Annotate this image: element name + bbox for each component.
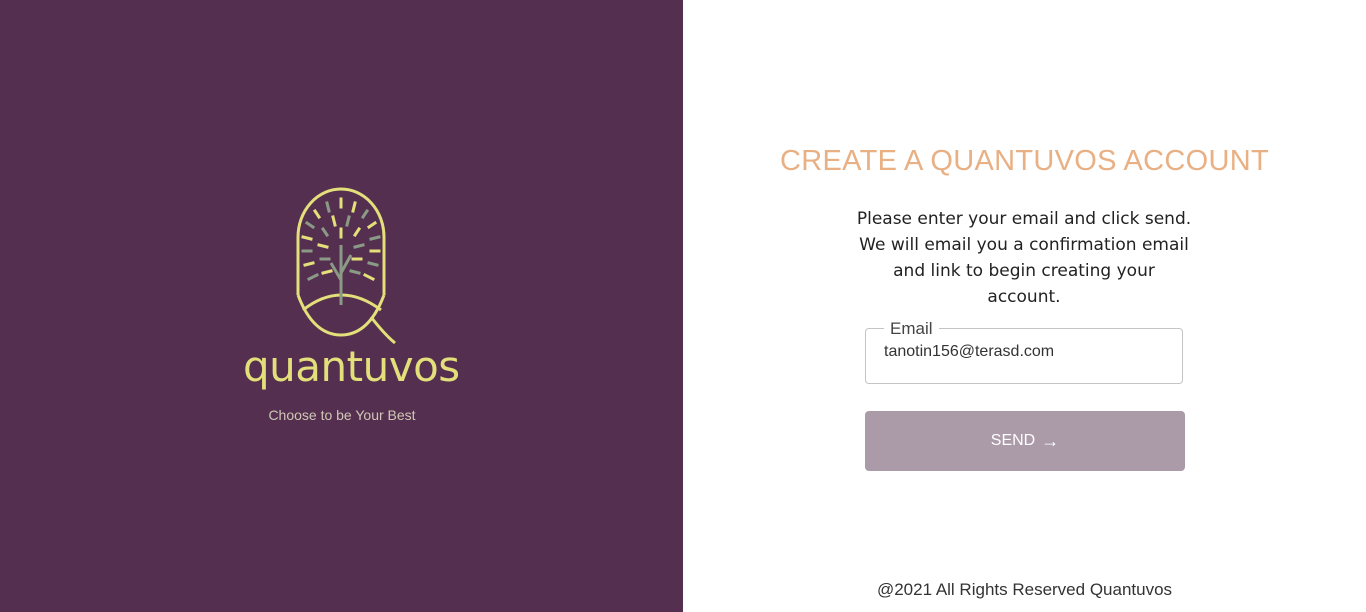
brand-panel: quantuvos Choose to be Your Best: [0, 0, 683, 612]
brand-tagline: Choose to be Your Best: [268, 407, 416, 423]
brand-name: quantuvos: [243, 342, 460, 391]
page-title: CREATE A QUANTUVOS ACCOUNT: [779, 145, 1270, 177]
email-label: Email: [884, 319, 939, 339]
instructions-text: Please enter your email and click send. …: [856, 209, 1192, 307]
tree-logo-icon: [296, 187, 396, 345]
page: quantuvos Choose to be Your Best CREATE …: [0, 0, 1366, 612]
arrow-right-icon: →: [1041, 431, 1060, 451]
email-input[interactable]: [884, 343, 1164, 361]
email-field[interactable]: Email: [865, 319, 1183, 384]
quantuvos-logo: [243, 185, 443, 435]
footer-copyright: @2021 All Rights Reserved Quantuvos: [876, 580, 1173, 599]
send-button[interactable]: SEND →: [865, 411, 1185, 471]
send-label: SEND: [990, 432, 1036, 449]
signup-panel: CREATE A QUANTUVOS ACCOUNT Please enter …: [683, 0, 1366, 612]
